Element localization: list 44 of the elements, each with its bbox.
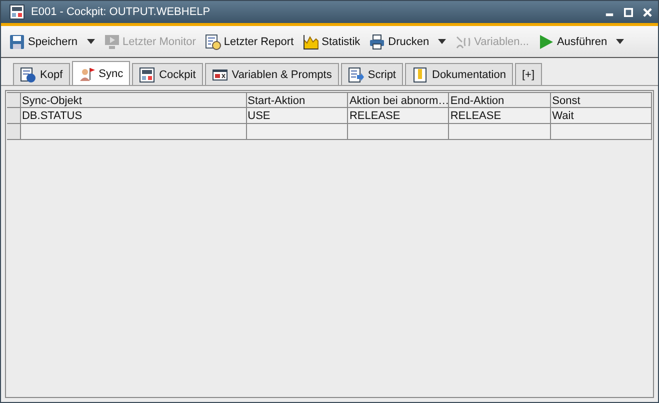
monitor-icon	[104, 34, 120, 50]
column-header[interactable]: Sync-Objekt	[20, 92, 247, 108]
table-cell: Wait	[551, 108, 652, 124]
close-icon[interactable]	[643, 8, 652, 16]
table-cell: RELEASE	[348, 108, 450, 124]
toolbar-button[interactable]: Ausführen	[534, 32, 628, 52]
play-icon	[538, 34, 554, 50]
figure-flag-icon	[78, 66, 95, 82]
variables-window-icon	[212, 66, 228, 82]
table-cell: USE	[246, 108, 348, 124]
caret-icon	[86, 39, 95, 44]
tab[interactable]: Sync	[72, 61, 130, 85]
info-icon	[20, 66, 36, 82]
tab[interactable]: [+]	[515, 63, 542, 85]
column-header[interactable]: Sonst	[551, 92, 652, 108]
column-header[interactable]: End-Aktion	[449, 92, 552, 108]
toolbar-button[interactable]: Statistik	[298, 32, 364, 52]
window-title: E001 - Cockpit: OUTPUT.WEBHELP	[31, 6, 212, 18]
tab[interactable]: Variablen & Prompts	[204, 63, 339, 85]
chart-icon	[302, 34, 319, 50]
tab[interactable]: Kopf	[13, 63, 70, 85]
cockpit-icon	[139, 66, 156, 82]
printer-icon	[369, 34, 386, 50]
floppy-icon	[9, 34, 25, 50]
row-header[interactable]	[7, 124, 21, 140]
column-header[interactable]: Start-Aktion	[246, 92, 348, 108]
toolbar-button[interactable]: Drucken	[365, 32, 450, 52]
variables-icon	[455, 34, 472, 50]
tab[interactable]: Cockpit	[132, 63, 203, 85]
toolbar-button[interactable]: Letzter Report	[200, 32, 298, 52]
tab[interactable]: Dokumentation	[405, 63, 513, 85]
report-clock-icon	[204, 34, 221, 50]
maximize-icon[interactable]	[624, 8, 633, 16]
script-icon	[348, 66, 364, 82]
table-cell: DB.STATUS	[20, 108, 247, 124]
caret-icon	[616, 39, 624, 44]
row-header[interactable]	[7, 108, 21, 124]
table-cell: RELEASE	[449, 108, 552, 124]
column-header[interactable]: Aktion bei abnorm…	[348, 92, 450, 108]
toolbar-button[interactable]: Speichern	[5, 32, 99, 52]
caret-icon	[438, 39, 446, 44]
window-icon	[9, 4, 25, 20]
document-icon	[412, 66, 428, 82]
tab[interactable]: Script	[340, 63, 403, 85]
